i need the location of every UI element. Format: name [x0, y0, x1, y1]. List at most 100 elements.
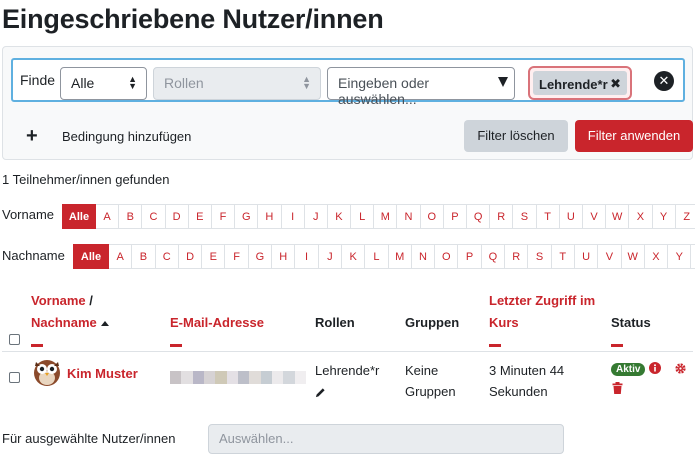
clear-filters-button[interactable]: Filter löschen	[464, 120, 568, 152]
firstname-initials-bar: Alle A B C D E F G H I J K L M N O P Q R S T U V W X Y Z	[62, 204, 695, 229]
lastname-initial-d[interactable]: D	[178, 244, 203, 269]
gear-icon[interactable]	[674, 362, 687, 375]
collapse-column-icon[interactable]	[31, 344, 43, 348]
lastname-initial-g[interactable]: G	[248, 244, 273, 269]
firstname-initial-p[interactable]: P	[443, 204, 467, 229]
firstname-initial-o[interactable]: O	[420, 204, 444, 229]
plus-icon[interactable]: +	[26, 125, 38, 148]
firstname-initial-k[interactable]: K	[327, 204, 352, 229]
select-all-checkbox[interactable]	[9, 334, 20, 345]
bulk-action-select[interactable]: Auswählen...	[208, 424, 564, 454]
firstname-initial-z[interactable]: Z	[675, 204, 695, 229]
lastname-initial-u[interactable]: U	[574, 244, 599, 269]
firstname-initial-n[interactable]: N	[397, 204, 421, 229]
lastname-initial-o[interactable]: O	[435, 244, 459, 269]
firstname-initial-m[interactable]: M	[374, 204, 398, 229]
firstname-initial-j[interactable]: J	[304, 204, 328, 229]
lastname-initial-i[interactable]: I	[295, 244, 319, 269]
groups-value-line2: Gruppen	[405, 384, 456, 399]
row-select-checkbox[interactable]	[9, 372, 20, 383]
sort-last-access-link[interactable]: Letzter Zugriff im	[489, 293, 595, 308]
join-type-select[interactable]: Alle ▲ ▼	[60, 67, 147, 100]
firstname-initial-y[interactable]: Y	[652, 204, 676, 229]
owl-avatar-icon[interactable]	[31, 356, 63, 388]
lastname-initial-v[interactable]: V	[598, 244, 622, 269]
role-cell: Lehrende*r	[315, 360, 379, 402]
firstname-initial-c[interactable]: C	[142, 204, 166, 229]
lastname-initials-bar: AlleABCDEFGHIJKLMNOPQRSTUVWXYZ	[73, 244, 695, 269]
groups-cell: Keine Gruppen	[405, 360, 456, 402]
filter-type-select[interactable]: Rollen ▲ ▼	[153, 67, 321, 100]
firstname-initial-h[interactable]: H	[258, 204, 282, 229]
firstname-initial-d[interactable]: D	[165, 204, 189, 229]
lastname-initial-h[interactable]: H	[272, 244, 296, 269]
lastname-initial-p[interactable]: P	[458, 244, 482, 269]
firstname-initial-f[interactable]: F	[211, 204, 236, 229]
collapse-column-icon[interactable]	[170, 344, 182, 348]
sort-firstname-link[interactable]: Vorname	[31, 293, 86, 308]
firstname-initial-e[interactable]: E	[188, 204, 212, 229]
sort-email-link[interactable]: E-Mail-Adresse	[170, 315, 264, 330]
pencil-icon[interactable]	[315, 387, 326, 398]
lastname-initial-l[interactable]: L	[365, 244, 389, 269]
firstname-initial-g[interactable]: G	[235, 204, 259, 229]
firstname-initial-u[interactable]: U	[559, 204, 583, 229]
updown-icon: ▲ ▼	[302, 74, 311, 91]
apply-filters-button[interactable]: Filter anwenden	[575, 120, 693, 152]
info-icon[interactable]	[649, 362, 661, 374]
role-value: Lehrende*r	[315, 363, 380, 378]
groups-value-line1: Keine	[405, 363, 439, 378]
firstname-initial-r[interactable]: R	[490, 204, 514, 229]
lastname-initial-f[interactable]: F	[225, 244, 249, 269]
chip-label: Lehrende*r	[539, 77, 608, 92]
chip-remove-icon[interactable]: ✖	[610, 76, 621, 92]
lastname-initial-j[interactable]: J	[318, 244, 342, 269]
lastname-initial-all[interactable]: Alle	[73, 244, 109, 269]
firstname-initial-b[interactable]: B	[119, 204, 143, 229]
sort-lastname-link[interactable]: Nachname	[31, 315, 97, 330]
firstname-initial-w[interactable]: W	[606, 204, 630, 229]
lastname-initial-m[interactable]: M	[388, 244, 412, 269]
collapse-column-icon[interactable]	[489, 344, 501, 348]
lastname-initial-r[interactable]: R	[505, 244, 529, 269]
status-header-label: Status	[611, 315, 651, 330]
firstname-initial-t[interactable]: T	[536, 204, 560, 229]
lastname-initial-x[interactable]: X	[644, 244, 669, 269]
lastname-initial-k[interactable]: K	[341, 244, 366, 269]
finde-label: Finde	[20, 72, 56, 88]
lastname-initial-y[interactable]: Y	[668, 244, 692, 269]
firstname-initial-v[interactable]: V	[582, 204, 607, 229]
header-separator: /	[89, 293, 93, 308]
firstname-initial-a[interactable]: A	[96, 204, 120, 229]
filter-value-input[interactable]: Eingeben oder auswählen...	[327, 67, 515, 107]
lastname-initial-t[interactable]: T	[551, 244, 575, 269]
firstname-initial-l[interactable]: L	[351, 204, 375, 229]
lastname-initial-w[interactable]: W	[621, 244, 645, 269]
firstname-initial-i[interactable]: I	[281, 204, 305, 229]
collapse-column-icon[interactable]	[611, 344, 623, 348]
firstname-initial-s[interactable]: S	[513, 204, 537, 229]
lastname-initial-s[interactable]: S	[528, 244, 552, 269]
firstname-initial-x[interactable]: X	[629, 204, 653, 229]
column-header-groups: Gruppen	[405, 315, 460, 330]
lastname-initial-n[interactable]: N	[411, 244, 436, 269]
trash-icon[interactable]	[612, 382, 623, 394]
user-name-link[interactable]: Kim Muster	[67, 366, 138, 381]
filter-panel: Finde Alle ▲ ▼ Rollen ▲ ▼ Eingeben oder au…	[2, 46, 693, 160]
email-redacted	[170, 371, 306, 384]
lastname-initial-c[interactable]: C	[155, 244, 179, 269]
firstname-initial-q[interactable]: Q	[467, 204, 491, 229]
selected-role-chip[interactable]: Lehrende*r ✖	[528, 66, 632, 100]
dropdown-caret-icon[interactable]	[498, 77, 508, 87]
add-condition-button[interactable]: Bedingung hinzufügen	[62, 129, 191, 144]
lastname-initial-a[interactable]: A	[109, 244, 133, 269]
lastname-initials-label: Nachname	[2, 248, 65, 263]
remove-filter-row-icon[interactable]: ✕	[654, 71, 674, 91]
page-title: Eingeschriebene Nutzer/innen	[2, 4, 384, 34]
lastname-initial-e[interactable]: E	[202, 244, 226, 269]
lastname-initial-b[interactable]: B	[132, 244, 156, 269]
lastname-initial-q[interactable]: Q	[481, 244, 506, 269]
lastname-initial-z[interactable]: Z	[691, 244, 695, 269]
sort-last-access-link-2[interactable]: Kurs	[489, 315, 519, 330]
firstname-initial-all[interactable]: Alle	[62, 204, 96, 229]
